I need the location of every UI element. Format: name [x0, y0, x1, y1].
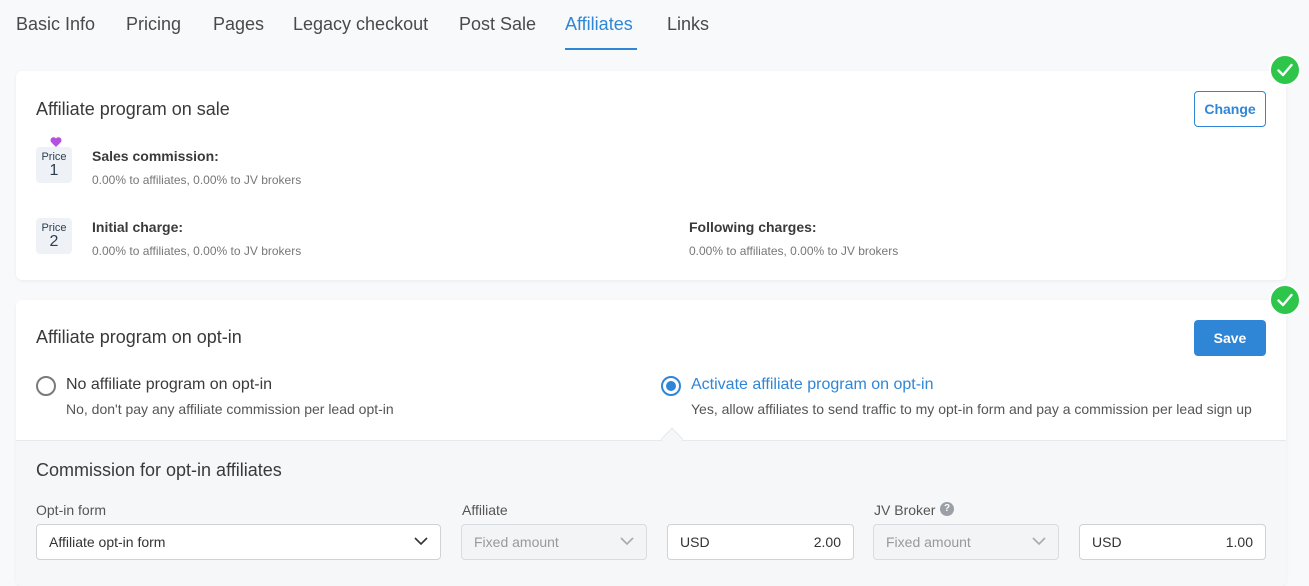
chevron-down-icon [1032, 537, 1046, 546]
tab-pricing[interactable]: Pricing [126, 14, 181, 35]
heart-icon [50, 137, 62, 147]
activate-affiliate-radio[interactable] [661, 376, 681, 396]
tab-links[interactable]: Links [667, 14, 709, 35]
active-tab-indicator [565, 48, 637, 50]
jv-amount-input[interactable]: USD 1.00 [1079, 524, 1266, 560]
affiliate-type-select[interactable]: Fixed amount [461, 524, 647, 560]
initial-charge-value: 0.00% to affiliates, 0.00% to JV brokers [92, 244, 302, 258]
activate-affiliate-option-title[interactable]: Activate affiliate program on opt-in [691, 376, 934, 394]
sales-commission-label: Sales commission: [92, 148, 219, 164]
tab-pages[interactable]: Pages [213, 14, 264, 35]
no-affiliate-radio[interactable] [36, 376, 56, 396]
following-charges-label: Following charges: [689, 219, 817, 235]
no-affiliate-option-description: No, don't pay any affiliate commission p… [66, 401, 394, 417]
optin-form-select[interactable]: Affiliate opt-in form [36, 524, 441, 560]
tab-bar: Basic Info Pricing Pages Legacy checkout… [0, 0, 1309, 56]
commission-title: Commission for opt-in affiliates [36, 460, 282, 480]
sale-complete-check-icon [1269, 54, 1301, 86]
optin-card-title: Affiliate program on opt-in [36, 327, 242, 347]
chevron-down-icon [620, 537, 634, 546]
tab-post-sale[interactable]: Post Sale [459, 14, 536, 35]
jv-type-select[interactable]: Fixed amount [873, 524, 1059, 560]
optin-complete-check-icon [1269, 284, 1301, 316]
sales-commission-value: 0.00% to affiliates, 0.00% to JV brokers [92, 173, 302, 187]
tab-legacy-checkout[interactable]: Legacy checkout [293, 14, 428, 35]
save-button[interactable]: Save [1194, 320, 1266, 356]
sale-card-title: Affiliate program on sale [36, 99, 230, 119]
activate-affiliate-option-description: Yes, allow affiliates to send traffic to… [691, 401, 1252, 417]
price-1-badge: Price 1 [36, 147, 72, 183]
help-icon[interactable]: ? [940, 502, 954, 516]
jv-broker-label: JV Broker [874, 502, 936, 518]
tab-basic-info[interactable]: Basic Info [16, 14, 95, 35]
sale-affiliate-card: Affiliate program on sale Change Price 1… [16, 71, 1286, 280]
price-2-badge: Price 2 [36, 218, 72, 254]
following-charges-value: 0.00% to affiliates, 0.00% to JV brokers [689, 244, 899, 258]
tab-affiliates[interactable]: Affiliates [565, 14, 633, 35]
chevron-down-icon [414, 537, 428, 546]
initial-charge-label: Initial charge: [92, 219, 184, 235]
affiliate-label: Affiliate [462, 502, 508, 518]
optin-form-label: Opt-in form [36, 502, 107, 518]
change-button[interactable]: Change [1194, 91, 1266, 127]
affiliate-amount-input[interactable]: USD 2.00 [667, 524, 854, 560]
optin-affiliate-card: Affiliate program on opt-in Save No affi… [16, 300, 1286, 586]
no-affiliate-option-title[interactable]: No affiliate program on opt-in [66, 376, 272, 394]
